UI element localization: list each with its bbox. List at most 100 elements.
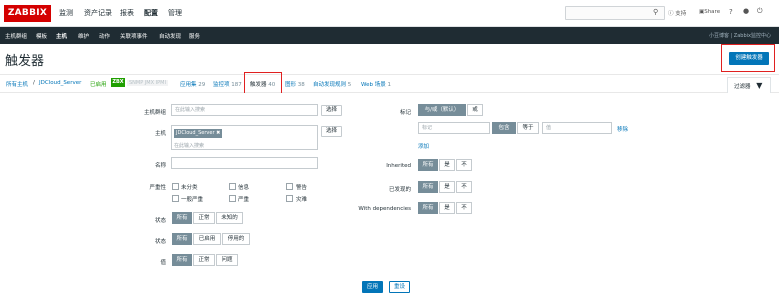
state-option-unknown[interactable]: 未知的 xyxy=(216,212,243,224)
user-profile-icon[interactable]: ● xyxy=(743,7,749,15)
sub-navigation-bar xyxy=(0,27,779,44)
severity-label: 严重性 xyxy=(149,185,166,191)
web-label: Web 场景 xyxy=(361,82,386,88)
severity-checkbox-disaster[interactable] xyxy=(286,195,293,202)
share-label: Share xyxy=(704,9,721,15)
tag-name-input[interactable]: 标记 xyxy=(418,122,490,134)
host-search-placeholder[interactable]: 在此输入搜索 xyxy=(174,142,204,149)
with-dependencies-option-all[interactable]: 所有 xyxy=(418,202,438,214)
with-dependencies-label: With dependencies xyxy=(358,206,411,212)
submenu-templates[interactable]: 模板 xyxy=(36,32,47,40)
menu-administration[interactable]: 管理 xyxy=(168,8,182,18)
host-group-input[interactable]: 在此输入搜索 xyxy=(171,104,318,116)
menu-configuration[interactable]: 配置 xyxy=(144,8,158,18)
menu-reports[interactable]: 报表 xyxy=(120,8,134,18)
page: ZABBIX 监测 资产记录 报表 配置 管理 ⚲ ⓘ 支持 ▣Share ? … xyxy=(0,0,779,301)
submenu-actions[interactable]: 动作 xyxy=(99,32,110,40)
severity-information-label: 信息 xyxy=(238,185,250,191)
value-option-problem[interactable]: 问题 xyxy=(216,254,238,266)
severity-checkbox-warning[interactable] xyxy=(286,183,293,190)
tag-add-link[interactable]: 添加 xyxy=(418,142,429,150)
create-button-highlight xyxy=(721,44,775,72)
severity-checkbox-information[interactable] xyxy=(229,183,236,190)
value-option-all[interactable]: 所有 xyxy=(172,254,192,266)
state-option-all[interactable]: 所有 xyxy=(172,212,192,224)
with-dependencies-option-no[interactable]: 不 xyxy=(456,202,472,214)
menu-monitoring[interactable]: 监测 xyxy=(59,8,73,18)
tag-match-equals[interactable]: 等于 xyxy=(517,122,539,134)
support-icon: ⓘ xyxy=(668,11,674,17)
support-label: 支持 xyxy=(675,11,687,17)
submenu-host-groups[interactable]: 主机群组 xyxy=(5,32,27,40)
funnel-icon: ▼ xyxy=(756,81,763,90)
breadcrumb-web-scenarios[interactable]: Web 场景 1 xyxy=(361,80,391,88)
host-group-select-button[interactable]: 选择 xyxy=(321,105,342,116)
support-link[interactable]: ⓘ 支持 xyxy=(668,9,686,17)
logout-icon[interactable]: ⏻ xyxy=(757,7,763,16)
tag-remove-link[interactable]: 移除 xyxy=(617,125,628,133)
submenu-event-correlation[interactable]: 关联项事件 xyxy=(120,32,148,40)
share-link[interactable]: ▣Share xyxy=(699,9,720,15)
host-tag-label: JDCloud_Server xyxy=(176,130,215,136)
tag-value-input[interactable]: 值 xyxy=(542,122,612,134)
submenu-services[interactable]: 服务 xyxy=(189,32,200,40)
reset-button[interactable]: 重设 xyxy=(389,281,410,293)
discovery-label: 自动发现规则 xyxy=(313,82,347,88)
host-selected-tag[interactable]: JDCloud_Server ✖ xyxy=(174,129,223,138)
state-option-normal[interactable]: 正常 xyxy=(193,212,215,224)
applications-label: 应用集 xyxy=(180,82,197,88)
inherited-option-yes[interactable]: 是 xyxy=(439,159,455,171)
remove-tag-icon[interactable]: ✖ xyxy=(216,130,220,136)
apply-button[interactable]: 应用 xyxy=(362,281,383,293)
severity-checkbox-average[interactable] xyxy=(172,195,179,202)
status-option-disabled[interactable]: 停用的 xyxy=(222,233,250,245)
discovered-label: 已发现的 xyxy=(388,187,411,193)
name-input[interactable] xyxy=(171,157,318,169)
severity-checkbox-high[interactable] xyxy=(229,195,236,202)
other-interfaces-badges: SNMP JMX IPMI xyxy=(127,80,168,86)
submenu-maintenance[interactable]: 维护 xyxy=(78,32,89,40)
zabbix-logo[interactable]: ZABBIX xyxy=(4,5,51,22)
breadcrumb-items[interactable]: 监控项 187 xyxy=(213,80,242,88)
with-dependencies-option-yes[interactable]: 是 xyxy=(439,202,455,214)
items-count: 187 xyxy=(231,82,242,88)
sub-bar-server-name: 小豆博客 | Zabbix监控中心 xyxy=(708,33,771,39)
host-group-label: 主机群组 xyxy=(143,110,166,116)
discovered-option-all[interactable]: 所有 xyxy=(418,181,438,193)
value-option-ok[interactable]: 正常 xyxy=(193,254,215,266)
inherited-option-no[interactable]: 不 xyxy=(456,159,472,171)
filter-tab[interactable]: 过滤器 ▼ xyxy=(727,77,771,94)
name-label: 名称 xyxy=(154,163,166,169)
submenu-hosts[interactable]: 主机 xyxy=(56,32,67,40)
inherited-option-all[interactable]: 所有 xyxy=(418,159,438,171)
tags-operator-and-or[interactable]: 与/或（默认） xyxy=(418,104,466,116)
tags-operator-or[interactable]: 或 xyxy=(467,104,483,116)
global-search-input[interactable] xyxy=(565,6,665,20)
host-status-enabled[interactable]: 已启用 xyxy=(90,80,107,88)
discovered-option-no[interactable]: 不 xyxy=(456,181,472,193)
severity-not-classified-label: 未分类 xyxy=(181,185,198,191)
severity-warning-label: 警告 xyxy=(296,185,308,191)
help-link[interactable]: ? xyxy=(729,8,733,16)
host-select-button[interactable]: 选择 xyxy=(321,126,342,137)
breadcrumb-host[interactable]: JDCloud_Server xyxy=(39,80,81,86)
breadcrumb-applications[interactable]: 应用集 29 xyxy=(180,80,205,88)
status-option-enabled[interactable]: 已启用 xyxy=(193,233,221,245)
severity-checkbox-not-classified[interactable] xyxy=(172,183,179,190)
graphs-label: 图形 xyxy=(285,82,297,88)
discovered-option-yes[interactable]: 是 xyxy=(439,181,455,193)
triggers-tab-highlight xyxy=(244,72,282,94)
breadcrumb-graphs[interactable]: 图形 38 xyxy=(285,80,305,88)
status-option-all[interactable]: 所有 xyxy=(172,233,192,245)
graphs-count: 38 xyxy=(297,82,305,88)
submenu-discovery[interactable]: 自动发现 xyxy=(159,32,181,40)
menu-inventory[interactable]: 资产记录 xyxy=(84,8,112,18)
tag-match-contains[interactable]: 包含 xyxy=(492,122,516,134)
status-label: 状态 xyxy=(154,239,166,245)
search-icon[interactable]: ⚲ xyxy=(653,8,658,16)
zbx-availability-badge: ZBX xyxy=(111,78,125,87)
filter-panel xyxy=(0,93,779,301)
breadcrumb-discovery-rules[interactable]: 自动发现规则 5 xyxy=(313,80,351,88)
value-label: 值 xyxy=(160,260,166,266)
breadcrumb-all-hosts[interactable]: 所有主机 xyxy=(6,80,28,88)
